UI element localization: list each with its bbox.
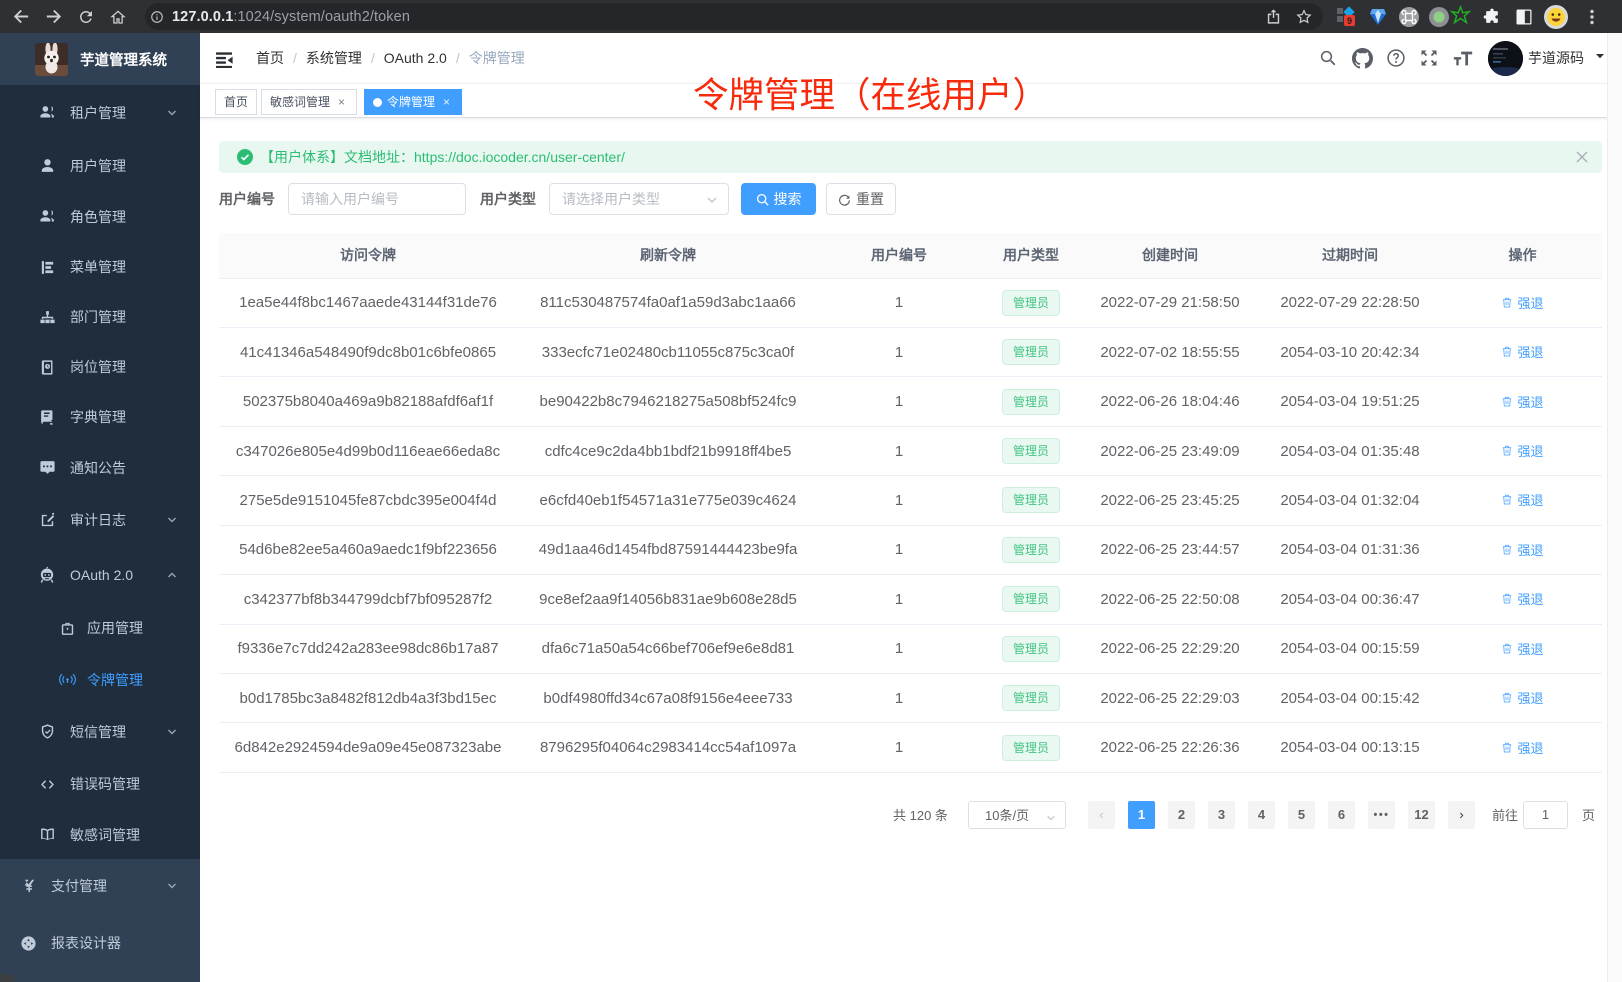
- svg-text:9: 9: [1347, 16, 1352, 26]
